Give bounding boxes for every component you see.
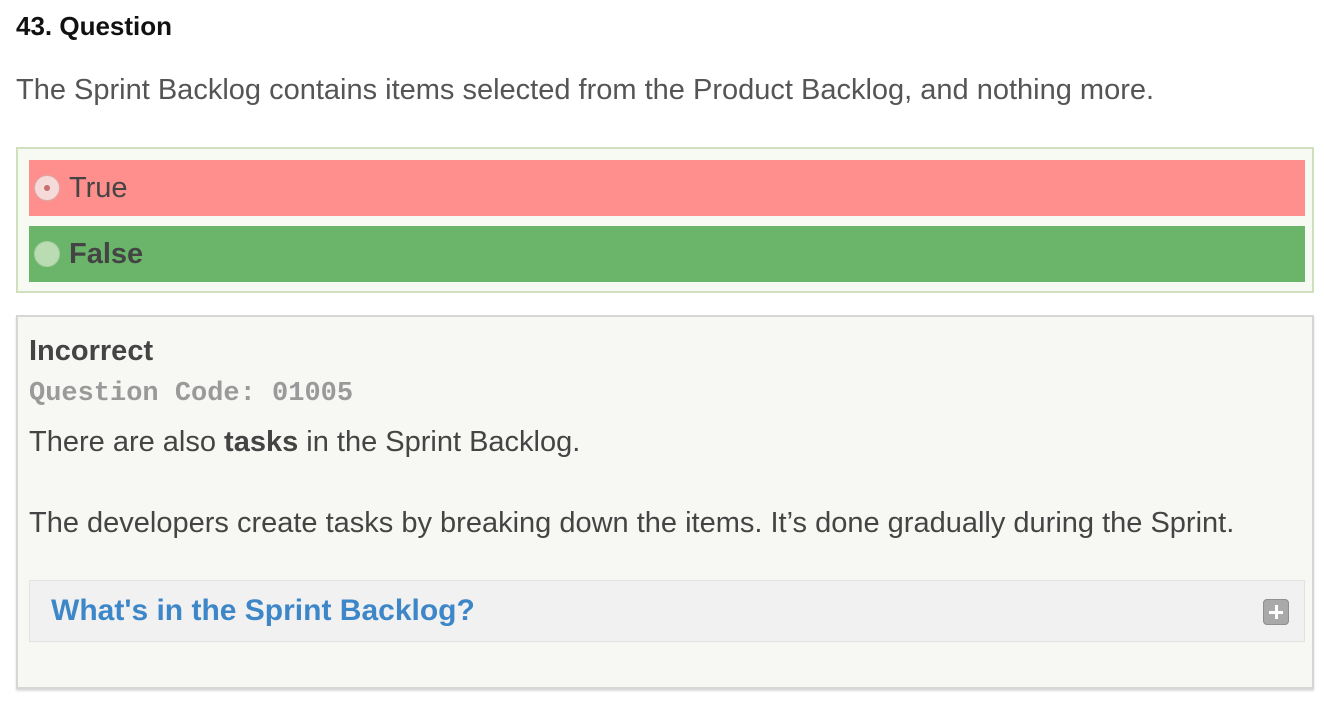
answer-label-true: True: [69, 172, 128, 204]
answer-options: True False: [16, 147, 1314, 293]
quiz-page: 43. Question The Sprint Backlog contains…: [0, 0, 1324, 702]
answer-option-false[interactable]: False: [29, 226, 1305, 282]
answer-option-true[interactable]: True: [29, 160, 1305, 216]
feedback-explanation-2: The developers create tasks by breaking …: [29, 507, 1235, 539]
question-code: Question Code: 01005: [29, 379, 354, 409]
feedback-text-emphasis: tasks: [224, 426, 299, 458]
radio-unselected-icon[interactable]: [34, 241, 60, 267]
feedback-text-suffix: in the Sprint Backlog.: [298, 426, 581, 458]
feedback-status: Incorrect: [29, 335, 154, 367]
feedback-panel: Incorrect Question Code: 01005 There are…: [16, 315, 1314, 689]
radio-selected-icon[interactable]: [34, 175, 60, 201]
accordion-title-link[interactable]: What's in the Sprint Backlog?: [51, 592, 475, 630]
feedback-text-prefix: There are also: [29, 426, 225, 458]
question-text: The Sprint Backlog contains items select…: [16, 74, 1155, 106]
question-title: 43. Question: [16, 11, 173, 41]
feedback-explanation-1: There are also tasks in the Sprint Backl…: [29, 422, 580, 462]
answer-label-false: False: [69, 238, 144, 270]
plus-icon[interactable]: [1263, 599, 1289, 625]
accordion-sprint-backlog[interactable]: What's in the Sprint Backlog?: [29, 580, 1305, 642]
